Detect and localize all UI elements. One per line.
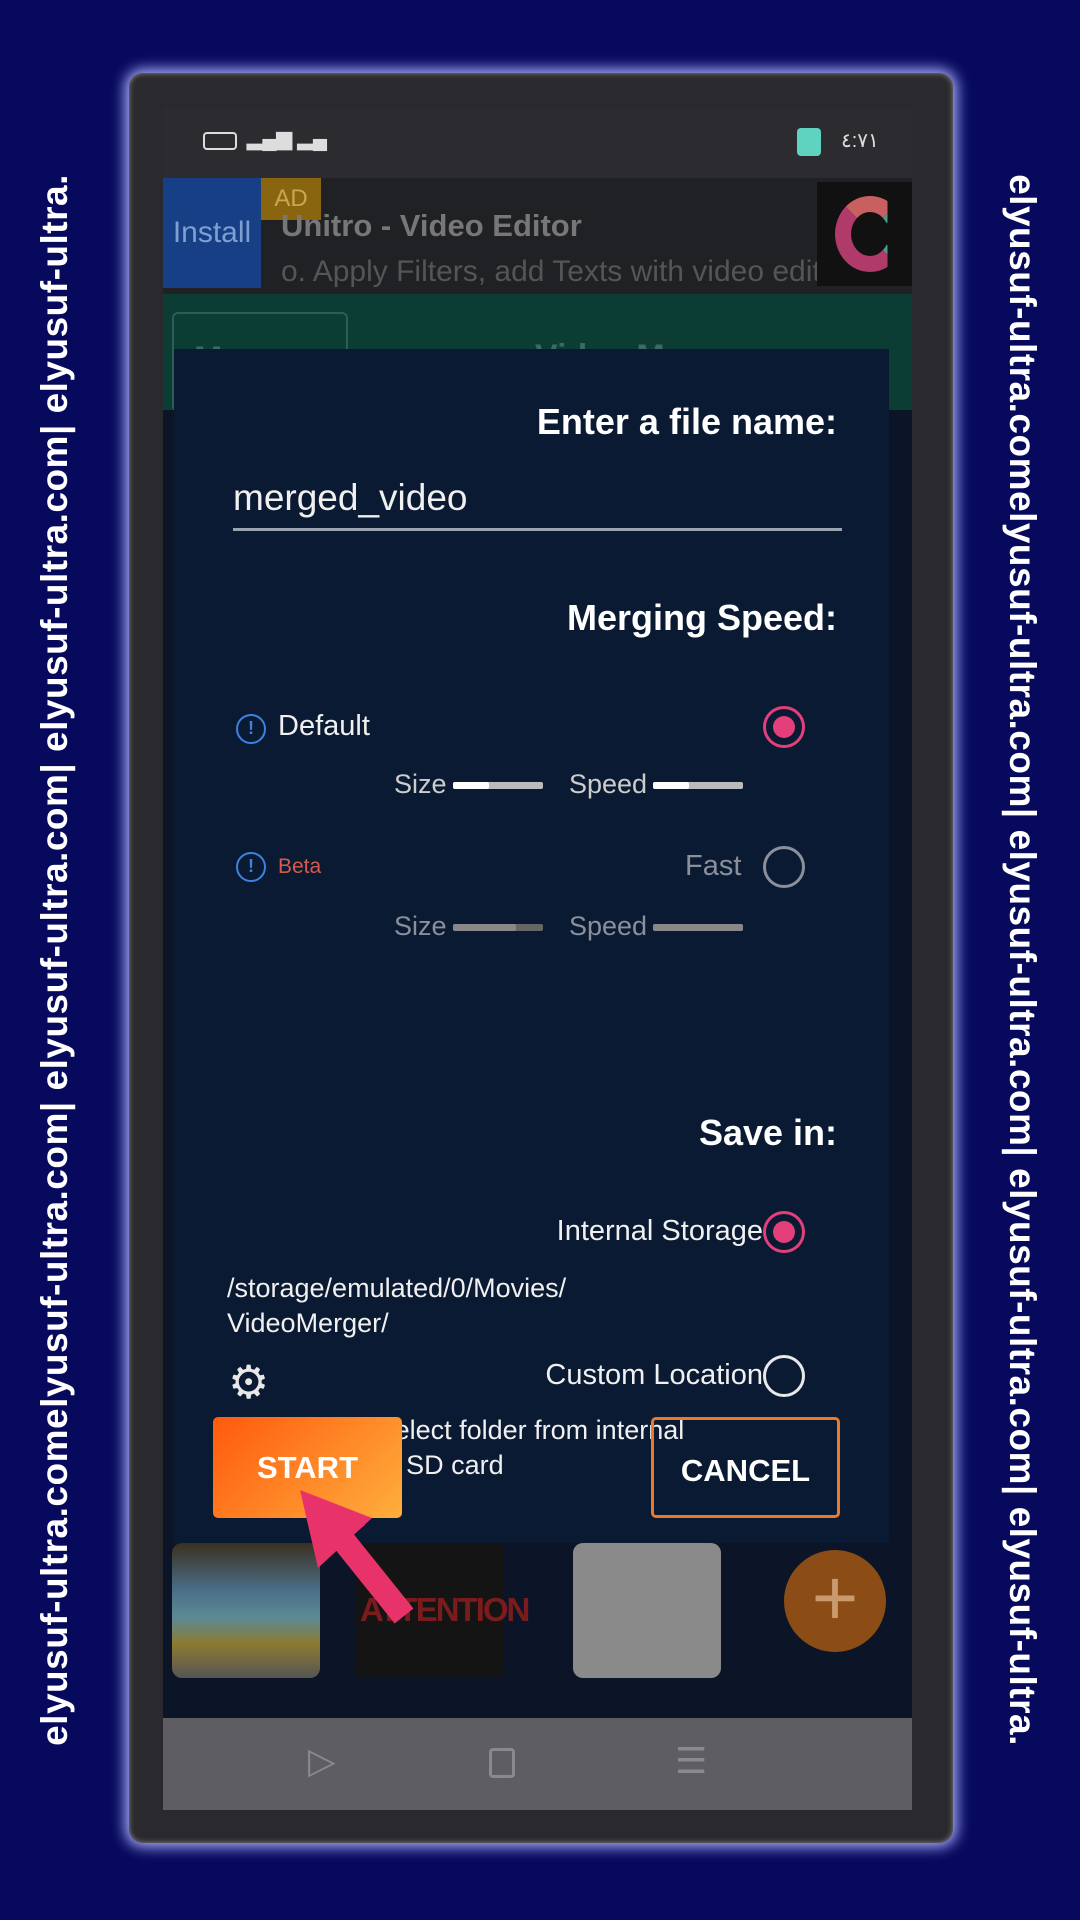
pointer-arrow bbox=[300, 1490, 414, 1624]
